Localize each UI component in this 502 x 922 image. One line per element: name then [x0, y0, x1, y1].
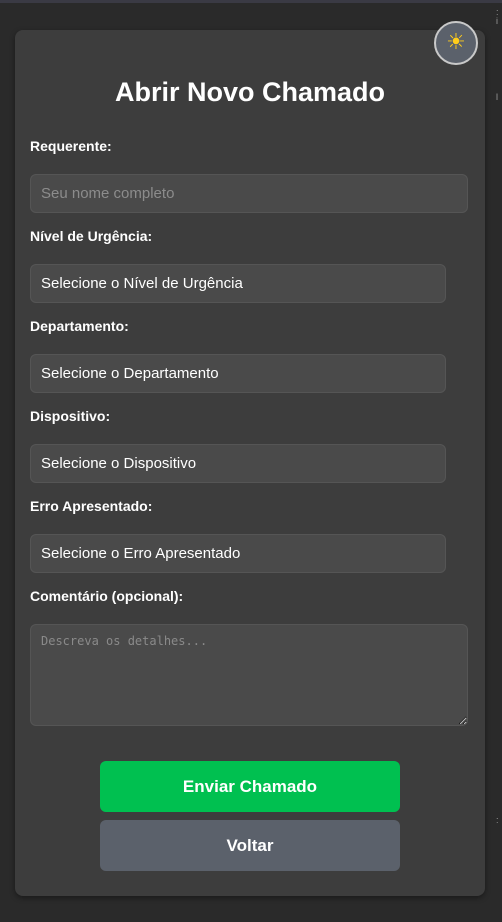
edge-glyph: :	[496, 8, 499, 17]
comentario-textarea[interactable]	[30, 624, 468, 726]
submit-button[interactable]: Enviar Chamado	[100, 761, 400, 812]
dispositivo-select[interactable]: Selecione o Dispositivo	[30, 444, 446, 483]
edge-glyph: i	[496, 17, 498, 26]
edge-glyph: l	[496, 93, 498, 102]
departamento-select[interactable]: Selecione o Departamento	[30, 354, 446, 393]
dispositivo-label: Dispositivo:	[30, 408, 111, 424]
window-top-strip	[0, 0, 502, 3]
urgencia-label: Nível de Urgência:	[30, 228, 153, 244]
edge-glyph: :	[496, 816, 499, 825]
requerente-label: Requerente:	[30, 138, 112, 154]
theme-toggle-button[interactable]: ☀	[434, 21, 478, 65]
urgencia-select[interactable]: Selecione o Nível de Urgência	[30, 264, 446, 303]
erro-select[interactable]: Selecione o Erro Apresentado	[30, 534, 446, 573]
departamento-label: Departamento:	[30, 318, 129, 334]
back-button[interactable]: Voltar	[100, 820, 400, 871]
requerente-input[interactable]	[30, 174, 468, 213]
erro-label: Erro Apresentado:	[30, 498, 153, 514]
sun-icon: ☀	[446, 30, 466, 55]
page-title: Abrir Novo Chamado	[114, 77, 386, 107]
comentario-label: Comentário (opcional):	[30, 588, 184, 604]
